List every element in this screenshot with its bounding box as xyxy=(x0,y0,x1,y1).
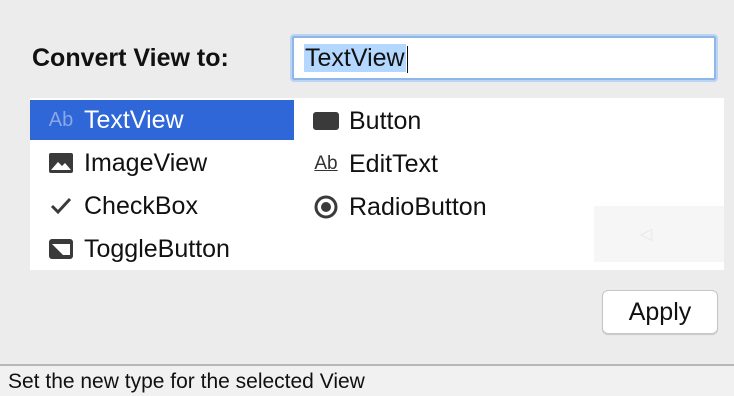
list-background-shade: ◁ xyxy=(594,206,724,262)
type-item-label: ImageView xyxy=(84,148,208,177)
type-item-edittext[interactable]: Ab EditText xyxy=(295,144,575,184)
input-selected-text: TextView xyxy=(304,44,406,72)
button-icon xyxy=(313,109,339,133)
convert-view-label: Convert View to: xyxy=(32,44,229,72)
convert-view-dialog: Convert View to: TextView ◁ Ab TextView … xyxy=(0,0,734,364)
checkmark-icon xyxy=(48,194,74,218)
text-caret xyxy=(406,45,408,73)
image-icon xyxy=(48,151,74,175)
type-item-label: Button xyxy=(349,106,422,135)
status-text: Set the new type for the selected View xyxy=(8,370,365,393)
type-item-label: RadioButton xyxy=(349,192,487,221)
textview-icon: Ab xyxy=(48,108,74,131)
status-bar: Set the new type for the selected View xyxy=(0,364,734,396)
type-item-textview[interactable]: Ab TextView xyxy=(30,100,294,140)
view-type-list: ◁ Ab TextView ImageView CheckBox ToggleB… xyxy=(30,98,724,270)
radio-icon xyxy=(313,195,339,219)
type-item-imageview[interactable]: ImageView xyxy=(30,143,294,183)
type-item-label: EditText xyxy=(349,149,438,178)
type-item-checkbox[interactable]: CheckBox xyxy=(30,186,294,226)
view-type-input[interactable]: TextView xyxy=(292,36,716,80)
type-item-togglebutton[interactable]: ToggleButton xyxy=(30,229,294,269)
type-item-label: CheckBox xyxy=(84,191,198,220)
toggle-icon xyxy=(48,237,74,261)
apply-button[interactable]: Apply xyxy=(602,290,718,334)
type-item-button[interactable]: Button xyxy=(295,101,575,141)
back-arrow-icon: ◁ xyxy=(640,226,653,243)
type-item-radiobutton[interactable]: RadioButton xyxy=(295,187,575,227)
type-item-label: ToggleButton xyxy=(84,234,230,263)
type-item-label: TextView xyxy=(84,105,184,134)
edittext-icon: Ab xyxy=(314,153,338,174)
